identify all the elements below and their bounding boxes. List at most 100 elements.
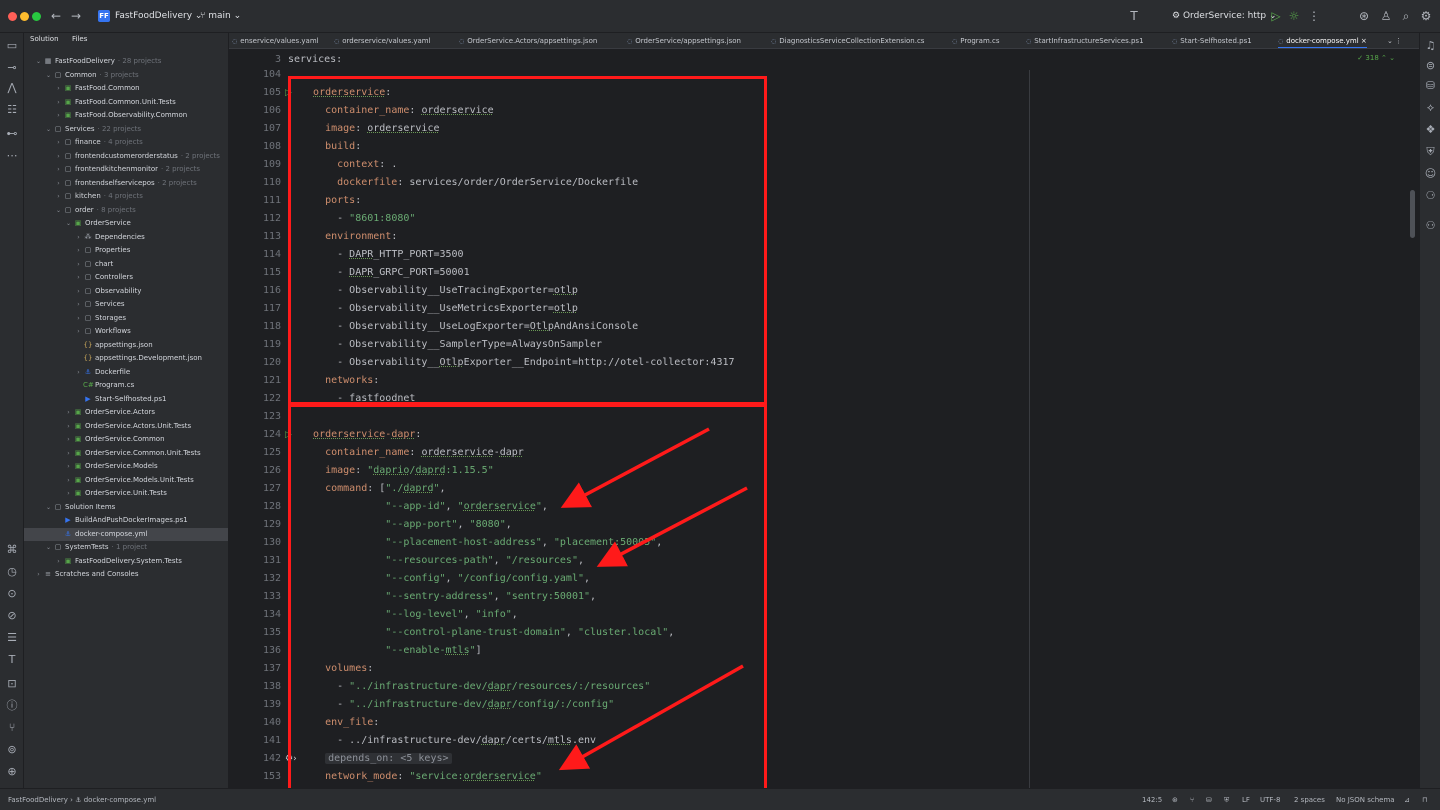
editor-tab[interactable]: ◌ Program.cs — [952, 33, 1000, 48]
readonly-toggle-icon[interactable]: ⊿ — [1404, 789, 1410, 810]
project-switcher[interactable]: FF FastFoodDelivery ⌄ — [98, 0, 202, 33]
chevron-right-icon[interactable]: › — [54, 109, 63, 123]
coverage-icon[interactable]: ⚆ — [1420, 187, 1440, 205]
file-encoding[interactable]: UTF-8 — [1260, 789, 1280, 810]
chevron-right-icon[interactable]: › — [64, 474, 73, 488]
tree-item[interactable]: › ▣ FastFood.Common.Unit.Tests — [24, 96, 228, 110]
chevron-right-icon[interactable]: › — [64, 447, 73, 461]
search-icon[interactable]: ⌕ — [1398, 0, 1414, 33]
commit-icon[interactable]: ⊸ — [0, 59, 24, 77]
chevron-down-icon[interactable]: ⌄ — [44, 501, 53, 515]
close-window-button[interactable] — [8, 12, 17, 21]
tree-item[interactable]: › ▢ Properties — [24, 244, 228, 258]
tree-item[interactable]: ⌄ ▢ order · 8 projects — [24, 204, 228, 218]
tree-item[interactable]: › ▣ FastFood.Common — [24, 82, 228, 96]
editor-scrollbar-thumb[interactable] — [1410, 190, 1415, 238]
endpoints-icon[interactable]: ⊕ — [0, 763, 24, 781]
editor-tab[interactable]: ◌ DiagnosticsServiceCollectionExtension.c… — [771, 33, 924, 48]
chevron-right-icon[interactable]: › — [74, 271, 83, 285]
tree-item[interactable]: › ▢ chart — [24, 258, 228, 272]
chevron-right-icon[interactable]: › — [64, 420, 73, 434]
run-tool-icon[interactable]: ⊙ — [0, 585, 24, 603]
tree-item[interactable]: › ▢ Storages — [24, 312, 228, 326]
chevron-down-icon[interactable]: ⌄ — [44, 123, 53, 137]
tree-item[interactable]: C#Program.cs — [24, 379, 228, 393]
shield-icon[interactable]: ⛨ — [1224, 789, 1229, 810]
chevron-right-icon[interactable]: › — [74, 258, 83, 272]
tree-item[interactable]: ⌄ ▢ Common · 3 projects — [24, 69, 228, 83]
tree-item[interactable]: ⌄ ▢ Services · 22 projects — [24, 123, 228, 137]
editor-tab[interactable]: ◌ StartInfrastructureServices.ps1 — [1026, 33, 1144, 48]
debug-icon[interactable]: ☼ — [1286, 0, 1302, 33]
chevron-right-icon[interactable]: › — [54, 177, 63, 191]
chevron-down-icon[interactable]: ⌄ — [34, 55, 43, 69]
account-icon[interactable]: ♙ — [1378, 0, 1394, 33]
database-icon[interactable]: ⛁ — [1420, 77, 1440, 95]
plugins-icon[interactable]: ❖ — [1420, 121, 1440, 139]
tree-item[interactable]: › ▢ Services — [24, 298, 228, 312]
terminal-icon[interactable]: ⊡ — [0, 675, 24, 693]
tree-item[interactable]: ▶ BuildAndPushDockerImages.ps1 — [24, 514, 228, 528]
chevron-right-icon[interactable]: › — [64, 487, 73, 501]
tree-item[interactable]: › ▣ OrderService.Common.Unit.Tests — [24, 447, 228, 461]
tab-solution[interactable]: Solution — [30, 35, 59, 43]
chevron-right-icon[interactable]: › — [54, 190, 63, 204]
tree-item[interactable]: › ▢ Workflows — [24, 325, 228, 339]
debug-tool-icon[interactable]: ⊘ — [0, 607, 24, 625]
chevron-down-icon[interactable]: ⌄ — [44, 69, 53, 83]
editor-tab[interactable]: ◌ OrderService/appsettings.json — [627, 33, 741, 48]
security-icon[interactable]: ⛨ — [1420, 143, 1440, 161]
chevron-down-icon[interactable]: ⌄ — [54, 204, 63, 218]
chevron-right-icon[interactable]: › — [74, 312, 83, 326]
translate-icon[interactable]: T — [1126, 0, 1142, 33]
tree-item[interactable]: › ▣ OrderService.Models.Unit.Tests — [24, 474, 228, 488]
tree-item[interactable]: › ▢ Controllers — [24, 271, 228, 285]
chevron-down-icon[interactable]: ⌄ — [44, 541, 53, 555]
tree-item[interactable]: {} appsettings.Development.json — [24, 352, 228, 366]
chevron-right-icon[interactable]: › — [54, 555, 63, 569]
chevron-right-icon[interactable]: › — [74, 231, 83, 245]
json-schema[interactable]: No JSON schema — [1336, 789, 1395, 810]
chevron-right-icon[interactable]: › — [54, 150, 63, 164]
nuget-icon[interactable]: ⌘ — [0, 541, 24, 559]
more-tools-icon[interactable]: ⋯ — [0, 147, 24, 165]
tree-item[interactable]: › ▢ Observability — [24, 285, 228, 299]
chevron-right-icon[interactable]: › — [74, 244, 83, 258]
tree-item[interactable]: ⌄ ▦ FastFoodDelivery · 28 projects — [24, 55, 228, 69]
editor-tab[interactable]: ◌ enservice/values.yaml — [232, 33, 319, 48]
tree-item[interactable]: › ▢ finance · 4 projects — [24, 136, 228, 150]
performance-icon[interactable]: ⟡ — [1420, 99, 1440, 117]
chevron-right-icon[interactable]: › — [74, 285, 83, 299]
tree-item[interactable]: › ▣ FastFood.Observability.Common — [24, 109, 228, 123]
editor-tab[interactable]: ◌ docker-compose.yml × — [1278, 33, 1367, 48]
editor-tab[interactable]: ◌ Start-Selfhosted.ps1 — [1172, 33, 1252, 48]
tree-item[interactable]: › ≡ Scratches and Consoles — [24, 568, 228, 582]
indent-setting[interactable]: 2 spaces — [1294, 789, 1325, 810]
copilot-icon[interactable]: ☺ — [1420, 165, 1440, 183]
tree-item[interactable]: › ▢ kitchen · 4 projects — [24, 190, 228, 204]
chevron-down-icon[interactable]: ⌄ — [64, 217, 73, 231]
tree-item[interactable]: › ▣ OrderService.Unit.Tests — [24, 487, 228, 501]
terminal-text-icon[interactable]: T — [0, 651, 24, 669]
docker-icon[interactable]: ⚇ — [1420, 217, 1440, 235]
chevron-right-icon[interactable]: › — [54, 136, 63, 150]
settings-gear-icon[interactable]: ⚙ — [1418, 0, 1434, 33]
git-icon[interactable]: ⑂ — [0, 719, 24, 737]
tree-item[interactable]: ⌄ ▢ SystemTests · 1 project — [24, 541, 228, 555]
notifications-icon[interactable]: ♫ — [1420, 37, 1440, 55]
editor-tab[interactable]: ◌ orderservice/values.yaml — [334, 33, 431, 48]
ai-chat-icon[interactable]: ⊜ — [1420, 57, 1440, 75]
chevron-right-icon[interactable]: › — [34, 568, 43, 582]
tree-item[interactable]: › ▣ OrderService.Models — [24, 460, 228, 474]
chevron-right-icon[interactable]: › — [64, 433, 73, 447]
tab-overflow-menu-icon[interactable]: ⌄ ⋮ — [1387, 33, 1402, 48]
tree-item[interactable]: ⌄ ▢ Solution Items — [24, 501, 228, 515]
branch-switcher[interactable]: ⑂ main ⌄ — [200, 0, 241, 33]
chevron-right-icon[interactable]: › — [74, 325, 83, 339]
line-ending[interactable]: LF — [1242, 789, 1250, 810]
chevron-right-icon[interactable]: › — [54, 163, 63, 177]
run-config-selector[interactable]: ⚙ OrderService: http ⌄ — [1172, 0, 1277, 33]
close-tab-icon[interactable]: × — [1359, 37, 1367, 45]
chevron-right-icon[interactable]: › — [74, 298, 83, 312]
tree-item[interactable]: › ▢ frontendselfservicepos · 2 projects — [24, 177, 228, 191]
